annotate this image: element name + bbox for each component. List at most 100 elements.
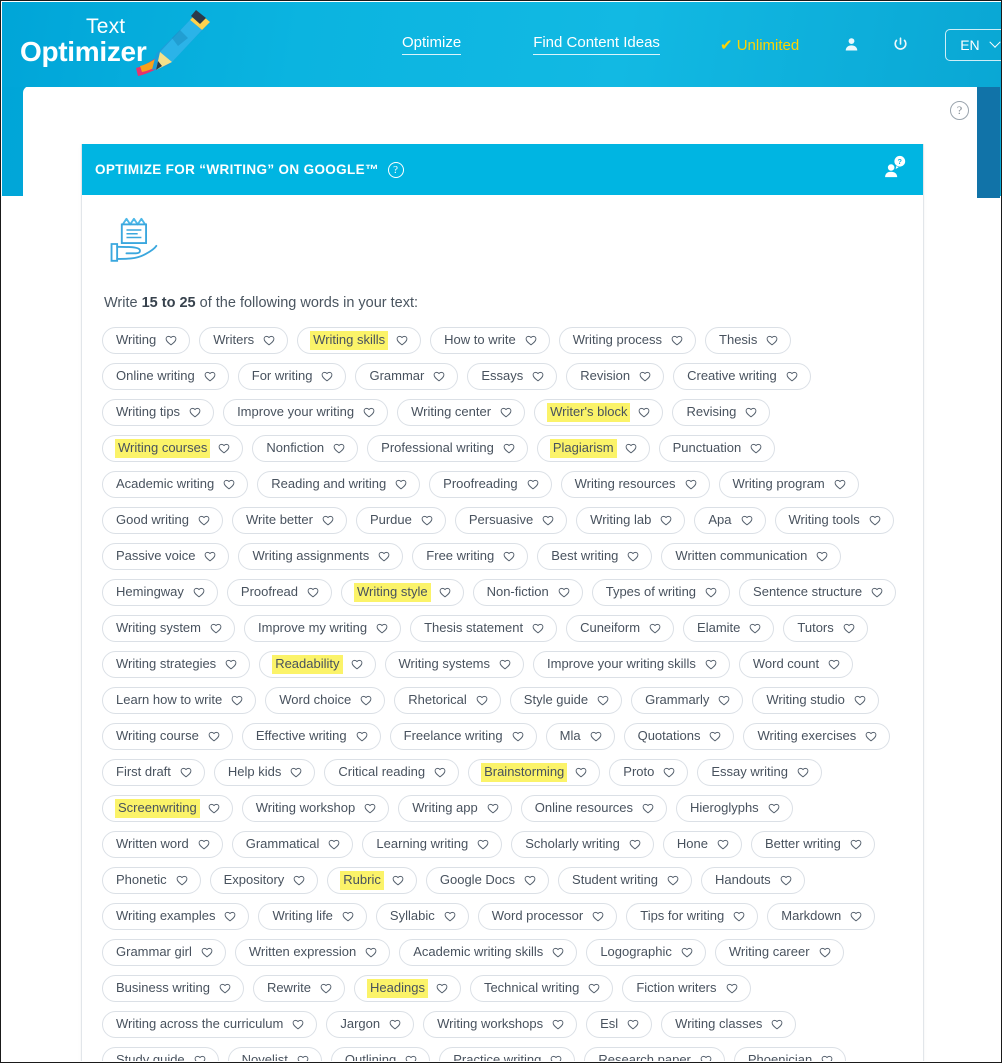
keyword-chip[interactable]: Critical reading bbox=[324, 759, 460, 786]
heart-icon[interactable] bbox=[193, 587, 205, 598]
heart-icon[interactable] bbox=[663, 767, 675, 778]
heart-icon[interactable] bbox=[307, 587, 319, 598]
heart-icon[interactable] bbox=[223, 479, 235, 490]
keyword-chip[interactable]: Thesis bbox=[705, 327, 792, 354]
keyword-chip[interactable]: Word choice bbox=[265, 687, 386, 714]
heart-icon[interactable] bbox=[351, 659, 363, 670]
heart-icon[interactable] bbox=[292, 1019, 304, 1030]
heart-icon[interactable] bbox=[320, 983, 332, 994]
heart-icon[interactable] bbox=[525, 335, 537, 346]
heart-icon[interactable] bbox=[542, 515, 554, 526]
keyword-chip[interactable]: Screenwriting bbox=[102, 795, 233, 822]
heart-icon[interactable] bbox=[850, 911, 862, 922]
person-question-icon[interactable]: ? bbox=[882, 155, 907, 185]
heart-icon[interactable] bbox=[660, 515, 672, 526]
heart-icon[interactable] bbox=[500, 407, 512, 418]
heart-icon[interactable] bbox=[629, 839, 641, 850]
heart-icon[interactable] bbox=[786, 371, 798, 382]
keyword-chip[interactable]: Writing workshop bbox=[241, 795, 390, 822]
heart-icon[interactable] bbox=[201, 947, 213, 958]
keyword-chip[interactable]: Nonfiction bbox=[252, 435, 359, 462]
heart-icon[interactable] bbox=[503, 443, 515, 454]
keyword-chip[interactable]: Freelance writing bbox=[389, 723, 537, 750]
heart-icon[interactable] bbox=[263, 335, 275, 346]
heart-icon[interactable] bbox=[681, 947, 693, 958]
keyword-chip[interactable]: Essay writing bbox=[697, 759, 822, 786]
keyword-chip[interactable]: Essays bbox=[467, 363, 558, 390]
keyword-chip[interactable]: Business writing bbox=[102, 975, 244, 1002]
nav-link-find-content-ideas[interactable]: Find Content Ideas bbox=[533, 34, 660, 55]
keyword-chip[interactable]: Help kids bbox=[213, 759, 316, 786]
keyword-chip[interactable]: Google Docs bbox=[425, 867, 550, 894]
keyword-chip[interactable]: Passive voice bbox=[102, 543, 230, 570]
heart-icon[interactable] bbox=[476, 695, 488, 706]
heart-icon[interactable] bbox=[590, 731, 602, 742]
keyword-chip[interactable]: Writing assignments bbox=[238, 543, 404, 570]
keyword-chip[interactable]: Word count bbox=[738, 651, 854, 678]
heart-icon[interactable] bbox=[198, 839, 210, 850]
keyword-chip[interactable]: Writer's block bbox=[534, 399, 664, 426]
keyword-chip[interactable]: Syllabic bbox=[375, 903, 469, 930]
keyword-chip[interactable]: Writing course bbox=[102, 723, 233, 750]
keyword-chip[interactable]: Writing life bbox=[258, 903, 367, 930]
heart-icon[interactable] bbox=[342, 911, 354, 922]
heart-icon[interactable] bbox=[218, 443, 230, 454]
keyword-chip[interactable]: Revision bbox=[566, 363, 665, 390]
heart-icon[interactable] bbox=[365, 947, 377, 958]
heart-icon[interactable] bbox=[671, 335, 683, 346]
heart-icon[interactable] bbox=[360, 695, 372, 706]
heart-icon[interactable] bbox=[198, 515, 210, 526]
heart-icon[interactable] bbox=[733, 911, 745, 922]
heart-icon[interactable] bbox=[797, 767, 809, 778]
heart-icon[interactable] bbox=[376, 623, 388, 634]
keyword-chip[interactable]: Writing skills bbox=[297, 327, 422, 354]
keyword-chip[interactable]: Revising bbox=[672, 399, 771, 426]
keyword-chip[interactable]: Hone bbox=[662, 831, 742, 858]
heart-icon[interactable] bbox=[524, 875, 536, 886]
keyword-chip[interactable]: Persuasive bbox=[454, 507, 568, 534]
keyword-chip[interactable]: Writers bbox=[199, 327, 289, 354]
keyword-chip[interactable]: Writing app bbox=[398, 795, 512, 822]
keyword-chip[interactable]: For writing bbox=[237, 363, 347, 390]
heart-icon[interactable] bbox=[210, 623, 222, 634]
keyword-chip[interactable]: Technical writing bbox=[469, 975, 614, 1002]
keyword-chip[interactable]: How to write bbox=[430, 327, 550, 354]
keyword-chip[interactable]: Rubric bbox=[327, 867, 417, 894]
heart-icon[interactable] bbox=[231, 695, 243, 706]
keyword-chip[interactable]: Plagiarism bbox=[536, 435, 650, 462]
keyword-chip[interactable]: Sentence structure bbox=[739, 579, 897, 606]
keyword-chip[interactable]: Phonetic bbox=[102, 867, 201, 894]
heart-icon[interactable] bbox=[642, 803, 654, 814]
keyword-chip[interactable]: Writing tools bbox=[774, 507, 894, 534]
heart-icon[interactable] bbox=[705, 587, 717, 598]
keyword-chip[interactable]: Best writing bbox=[537, 543, 653, 570]
brand-logo[interactable]: Text Optimizer bbox=[20, 8, 220, 84]
keyword-chip[interactable]: First draft bbox=[102, 759, 205, 786]
keyword-chip[interactable]: Writing career bbox=[714, 939, 844, 966]
heart-icon[interactable] bbox=[436, 983, 448, 994]
keyword-chip[interactable]: Written word bbox=[102, 831, 223, 858]
heart-icon[interactable] bbox=[588, 983, 600, 994]
keyword-chip[interactable]: Word processor bbox=[477, 903, 618, 930]
keyword-chip[interactable]: Reading and writing bbox=[257, 471, 421, 498]
keyword-chip[interactable]: Headings bbox=[354, 975, 461, 1002]
keyword-chip[interactable]: Write better bbox=[231, 507, 347, 534]
heart-icon[interactable] bbox=[717, 839, 729, 850]
heart-icon[interactable] bbox=[527, 479, 539, 490]
keyword-chip[interactable]: Mla bbox=[545, 723, 615, 750]
heart-icon[interactable] bbox=[225, 659, 237, 670]
heart-icon[interactable] bbox=[685, 479, 697, 490]
keyword-chip[interactable]: Improve your writing skills bbox=[533, 651, 730, 678]
keyword-chip[interactable]: Tips for writing bbox=[626, 903, 759, 930]
heart-icon[interactable] bbox=[819, 947, 831, 958]
heart-icon[interactable] bbox=[204, 371, 216, 382]
heart-icon[interactable] bbox=[499, 659, 511, 670]
keyword-chip[interactable]: Grammarly bbox=[631, 687, 744, 714]
keyword-chip[interactable]: Proofreading bbox=[429, 471, 552, 498]
keyword-chip[interactable]: Jargon bbox=[326, 1011, 415, 1038]
heart-icon[interactable] bbox=[378, 551, 390, 562]
keyword-chip[interactable]: Grammar bbox=[355, 363, 459, 390]
keyword-chip[interactable]: Writing bbox=[102, 327, 191, 354]
keyword-chip[interactable]: Rhetorical bbox=[394, 687, 501, 714]
heart-icon[interactable] bbox=[745, 407, 757, 418]
